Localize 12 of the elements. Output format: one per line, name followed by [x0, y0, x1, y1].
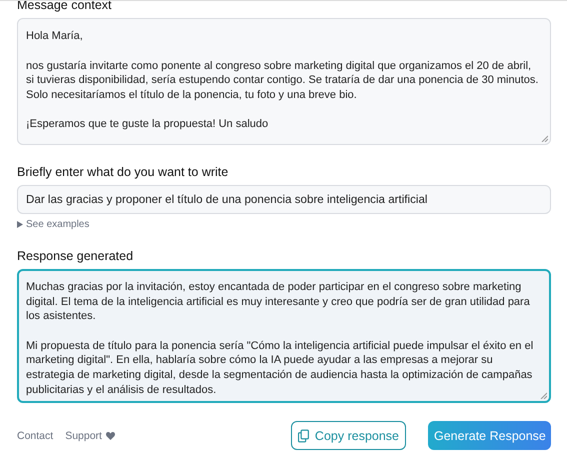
context-paragraph: Hola María, — [26, 29, 84, 44]
footer-link[interactable]: Support — [65, 430, 115, 442]
context-paragraph: nos gustaría invitarte como ponente al congreso sobre marketing digital que organizamos el 20 de abril, si tuvieras disponibilidad, sería estupendo contar contigo. Se trataría de dar una ponencia de 30 minutos. Solo necesitaríamos el título de la ponencia, tu foto y una breve bio. — [26, 58, 540, 102]
response-paragraph: Mi propuesta de título para la ponencia sería "Cómo la inteligencia artificial puede impulsar el éxito en el marketing digital". En ella, hablaría sobre cómo la IA puede ayudar a las empresas a mejorar su estrategia de marketing digital, desde la segmentación de audiencia hasta la optimización de campañas publicitarias y el análisis de resultados. — [26, 338, 534, 398]
field-label: Response generated — [17, 248, 134, 263]
context-paragraph: ¡Esperamos que te guste la propuesta! Un saludo — [26, 117, 270, 132]
copy-response-button[interactable]: Copy response — [291, 421, 406, 450]
field-label: Briefly enter what do you want to write — [17, 164, 230, 179]
footer-link[interactable]: Contact — [17, 430, 54, 442]
prompt-input[interactable]: Dar las gracias y proponer el título de una ponencia sobre inteligencia artificial — [17, 184, 551, 214]
generate-response-button[interactable]: Generate Response — [428, 421, 551, 450]
response-paragraph: Muchas gracias por la invitación, estoy encantada de poder participar en el congreso sobre marketing digital. El tema de la inteligencia artificial es muy interesante y creo que podría ser de gran utilidad para los asistentes. — [26, 280, 531, 324]
